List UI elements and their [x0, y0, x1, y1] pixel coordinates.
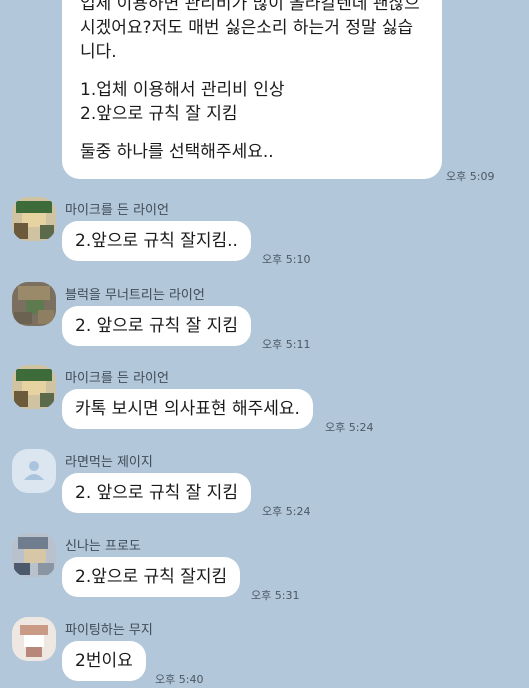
message-line: 2.앞으로 규칙 잘 지킴: [80, 104, 238, 124]
message-time: 오후 5:31: [251, 589, 300, 602]
sender-name: 마이크를 든 라이언: [65, 371, 169, 386]
pixelated-muzi-avatar-icon[interactable]: [12, 617, 56, 661]
message-time: 오후 5:11: [262, 338, 311, 351]
pixelated-ryan-avatar-icon[interactable]: [12, 365, 56, 409]
message-bubble[interactable]: 2.앞으로 규칙 잘지킴..: [62, 221, 251, 261]
sender-name: 블럭을 무너트리는 라이언: [65, 288, 205, 303]
message-line: 니다.: [80, 42, 117, 62]
pixelated-ryan-avatar-icon[interactable]: [12, 282, 56, 326]
message-bubble[interactable]: 카톡 보시면 의사표현 해주세요.: [62, 389, 313, 429]
message-bubble[interactable]: 2. 앞으로 규칙 잘 지킴: [62, 306, 251, 346]
message-time: 오후 5:24: [262, 505, 311, 518]
message-bubble[interactable]: 2. 앞으로 규칙 잘 지킴: [62, 473, 251, 513]
message-bubble[interactable]: 2.앞으로 규칙 잘지킴: [62, 557, 241, 597]
sender-name: 신나는 프로도: [65, 539, 141, 554]
message-line: 업체 이용하면 관리비가 많이 올라갈텐데 괜찮으: [80, 0, 420, 14]
pixelated-ryan-avatar-icon[interactable]: [12, 197, 56, 241]
pixelated-frodo-avatar-icon[interactable]: [12, 533, 56, 577]
chat-room: 업체 이용하면 관리비가 많이 올라갈텐데 괜찮으 시겠어요?저도 매번 싫은소…: [0, 0, 529, 688]
message-time: 오후 5:40: [155, 673, 204, 686]
message-bubble[interactable]: 2번이요: [62, 641, 146, 681]
sender-name: 마이크를 든 라이언: [65, 203, 169, 218]
message-time: 오후 5:09: [446, 170, 495, 183]
message-line: 1.업체 이용해서 관리비 인상: [80, 80, 285, 100]
message-time: 오후 5:24: [325, 421, 374, 434]
message-line: 시겠어요?저도 매번 싫은소리 하는거 정말 싫습: [80, 18, 414, 38]
message-time: 오후 5:10: [262, 253, 311, 266]
long-message-bubble[interactable]: 업체 이용하면 관리비가 많이 올라갈텐데 괜찮으 시겠어요?저도 매번 싫은소…: [62, 0, 442, 179]
message-line: 둘중 하나를 선택해주세요..: [80, 142, 274, 162]
sender-name: 라면먹는 제이지: [65, 455, 153, 470]
default-person-avatar-icon[interactable]: [12, 449, 56, 493]
sender-name: 파이팅하는 무지: [65, 623, 153, 638]
